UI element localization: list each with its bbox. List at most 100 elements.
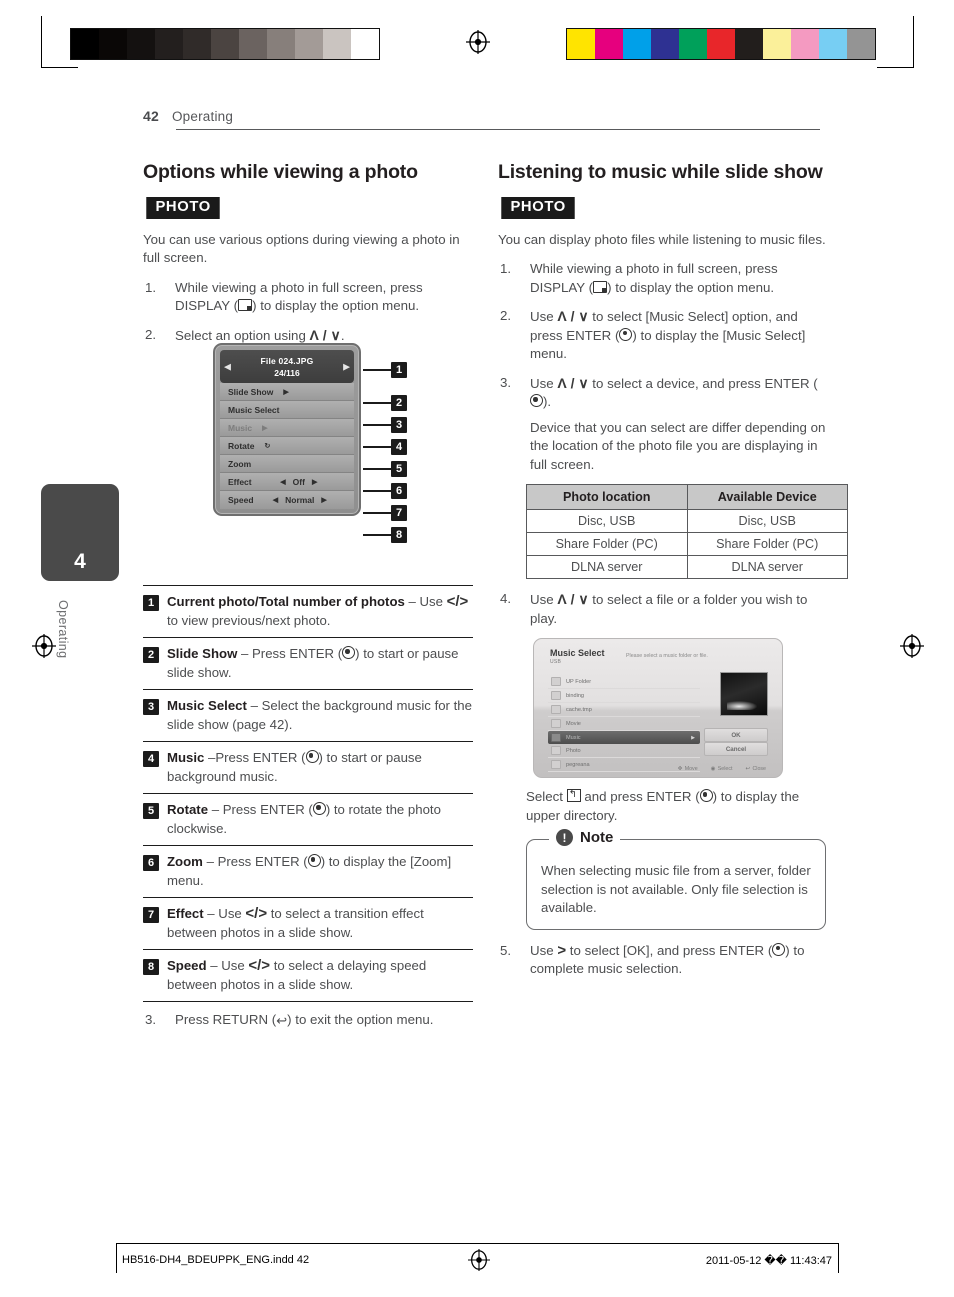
callout-3: 3 [363, 417, 407, 433]
osd-row-label: Music Select [228, 404, 280, 415]
color-swatch-5 [707, 29, 735, 59]
osd-right-arrow-icon[interactable]: ▶ [321, 496, 326, 504]
left-step-3-pre: Press RETURN ( [175, 1012, 277, 1027]
legend-list: 1 Current photo/Total number of photos – … [143, 585, 473, 1002]
legend-title-3: Music Select [167, 698, 247, 713]
caption-pre: Select [526, 789, 567, 804]
right-step-4-list: 4. Use Λ / ∨ to select a file or a folde… [498, 590, 828, 628]
device-table-row: DLNA server DLNA server [526, 555, 848, 579]
osd-header: ◀ ▶ File 024.JPG 24/116 [220, 350, 354, 383]
music-select-item[interactable]: cache.tmp [548, 703, 700, 717]
music-select-dialog: Music Select USB Please select a music f… [533, 638, 783, 778]
legend-item-6: 6 Zoom – Press ENTER () to display the [Z… [143, 846, 473, 898]
right-heading: Listening to music while slide show [498, 161, 823, 183]
music-select-item[interactable]: Movie [548, 717, 700, 731]
music-select-footer-select: ◉ Select [711, 766, 733, 772]
return-icon: ↩ [276, 1013, 288, 1028]
left-step-1-number: 1. [145, 279, 157, 295]
legend-text-3: Music Select – Select the background mus… [167, 698, 472, 732]
osd-row-speed[interactable]: Speed ◀ Normal ▶ [220, 491, 354, 509]
crop-mark-top-right-v [913, 16, 915, 68]
callout-3-chip: 3 [391, 417, 407, 433]
osd-row-effect[interactable]: Effect ◀ Off ▶ [220, 473, 354, 491]
photo-badge-right: PHOTO [501, 197, 576, 219]
color-swatch-4 [679, 29, 707, 59]
osd-option-menu-figure: ◀ ▶ File 024.JPG 24/116 Slide Show ▶ Music… [213, 343, 361, 516]
osd-row-label: Effect [228, 476, 252, 487]
section-name: Operating [171, 109, 234, 124]
legend-text-5: Rotate – Press ENTER () to rotate the ph… [167, 802, 441, 836]
music-select-footer-label: Select [717, 766, 733, 772]
callout-8-chip: 8 [391, 527, 407, 543]
left-heading: Options while viewing a photo [143, 161, 418, 183]
callout-4-chip: 4 [391, 439, 407, 455]
callout-4: 4 [363, 439, 407, 455]
caption-post: and press ENTER ( [580, 789, 700, 804]
gray-swatch-8 [295, 29, 323, 59]
right-steps-list: 1. While viewing a photo in full screen,… [498, 260, 828, 474]
music-select-item[interactable]: binding [548, 689, 700, 703]
right-step-5-pre: Use [530, 942, 558, 958]
photo-badge-left: PHOTO [146, 197, 221, 219]
osd-row-control: ▶ [273, 388, 346, 396]
color-swatch-7 [763, 29, 791, 59]
enter-icon [305, 750, 319, 763]
music-select-footer-label: Move [684, 766, 698, 772]
callout-6: 6 [363, 483, 407, 499]
color-swatch-6 [735, 29, 763, 59]
music-select-item[interactable]: UP Folder [548, 675, 700, 689]
right-step-1-post: ) to display the option menu. [607, 279, 775, 295]
note-body: When selecting music file from a server,… [541, 863, 811, 915]
legend-item-4: 4 Music –Press ENTER () to start or pause… [143, 742, 473, 794]
callout-2-leader [363, 402, 391, 404]
note-title: Note [580, 829, 614, 846]
device-table-header-row: Photo location Available Device [526, 484, 848, 510]
music-select-item[interactable]: Photo [548, 744, 700, 758]
music-select-title: Music Select [550, 648, 605, 658]
right-step-3-note: Device that you can select are differ de… [530, 419, 826, 472]
music-select-item-label: cache.tmp [566, 706, 592, 713]
music-select-item-label: Music [566, 734, 581, 741]
right-step-3: 3. Use Λ / ∨ to select a device, and pre… [498, 374, 828, 475]
legend-chip-7: 7 [143, 907, 159, 923]
callout-8-leader [363, 534, 391, 536]
music-select-item[interactable]: Music ▶ [548, 731, 700, 744]
osd-row-music[interactable]: Music ▶ [220, 419, 354, 437]
osd-row-control: ↻ [254, 442, 346, 450]
osd-prev-arrow-icon[interactable]: ◀ [224, 361, 231, 372]
exclamation-icon: ! [556, 829, 573, 846]
music-select-ok-button[interactable]: OK [704, 728, 768, 742]
left-step-3: 3. Press RETURN (↩) to exit the option m… [143, 1011, 473, 1031]
note-header: ! Note [549, 829, 621, 846]
device-table-row: Disc, USB Disc, USB [526, 509, 848, 533]
osd-row-music-select[interactable]: Music Select [220, 401, 354, 419]
osd-row-zoom[interactable]: Zoom [220, 455, 354, 473]
osd-left-arrow-icon[interactable]: ◀ [280, 478, 285, 486]
osd-next-arrow-icon[interactable]: ▶ [343, 361, 350, 372]
folder-icon [551, 733, 561, 742]
music-select-cancel-button[interactable]: Cancel [704, 742, 768, 756]
music-select-hint: Please select a music folder or file. [626, 653, 708, 659]
osd-row-rotate[interactable]: Rotate ↻ [220, 437, 354, 455]
color-calibration-bar [566, 28, 876, 60]
gray-swatch-7 [267, 29, 295, 59]
footer-filename: HB516-DH4_BDEUPPK_ENG.indd 42 [122, 1254, 310, 1266]
music-select-file-list[interactable]: UP Folder binding cache.tmp Movie Music ▶ Phot… [548, 675, 700, 772]
osd-row-slide-show[interactable]: Slide Show ▶ [220, 383, 354, 401]
osd-right-arrow-icon[interactable]: ▶ [312, 478, 317, 486]
legend-text-7: Effect – Use </> to select a transition … [167, 905, 424, 940]
callout-2: 2 [363, 395, 407, 411]
legend-text-4: Music –Press ENTER () to start or pause … [167, 750, 422, 784]
device-cell-0-1: Disc, USB [686, 509, 848, 533]
osd-row-label: Slide Show [228, 386, 274, 397]
left-step-3-number: 3. [145, 1012, 157, 1027]
callout-5: 5 [363, 461, 407, 477]
crop-mark-top-left-h [41, 67, 78, 69]
color-swatch-2 [623, 29, 651, 59]
right-step-3-number: 3. [500, 374, 512, 390]
right-step-3-post: ). [543, 394, 552, 409]
folder-icon [551, 705, 561, 714]
color-swatch-1 [595, 29, 623, 59]
legend-item-8: 8 Speed – Use </> to select a delaying sp… [143, 950, 473, 1002]
osd-left-arrow-icon[interactable]: ◀ [273, 496, 278, 504]
